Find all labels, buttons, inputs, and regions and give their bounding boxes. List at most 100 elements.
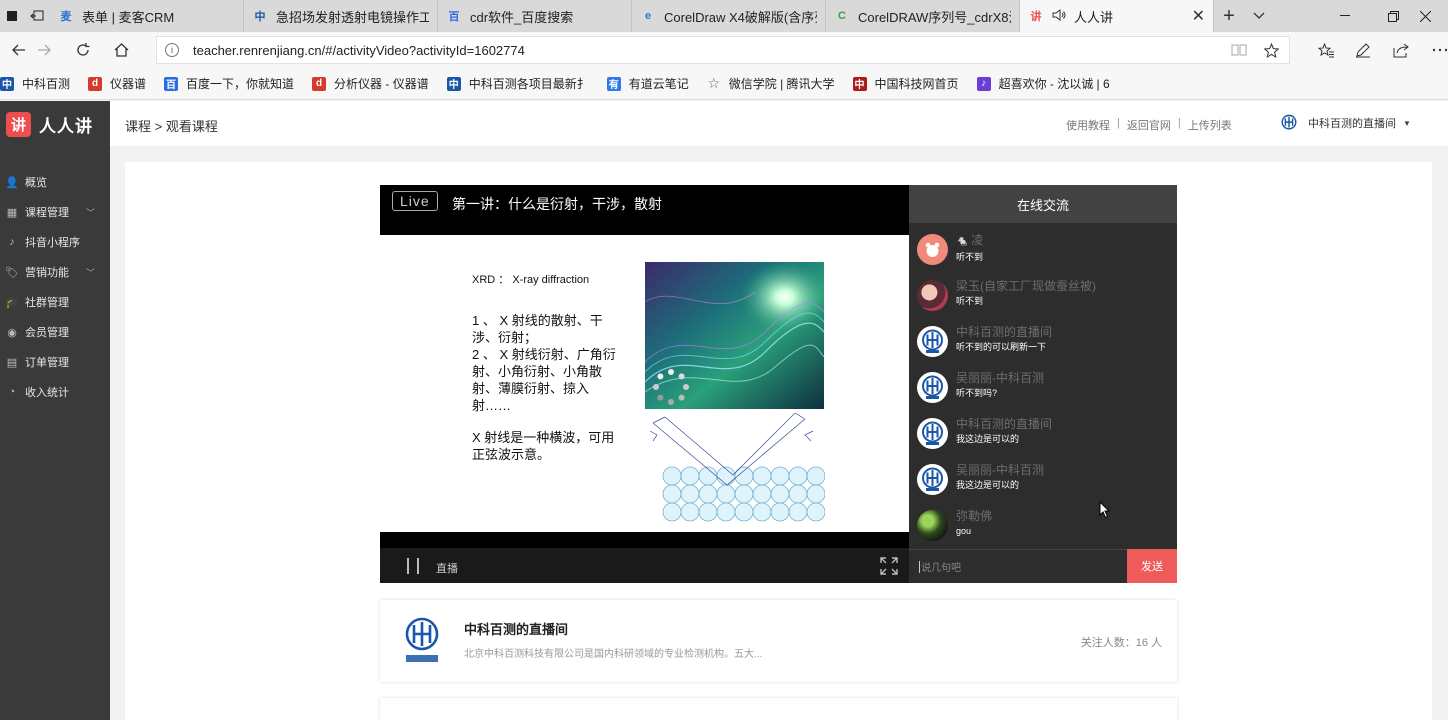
favorite-star-icon[interactable]: [1253, 32, 1289, 68]
bookmark-label: 分析仪器 - 仪器谱: [334, 77, 429, 91]
tab-title: 表单 | 麦客CRM: [82, 9, 175, 25]
sidebar-item[interactable]: 🎓 社群管理: [0, 287, 110, 317]
browser-tab[interactable]: 百 cdr软件_百度搜索: [438, 0, 632, 32]
sidebar-item[interactable]: ▦ 课程管理 ﹀: [0, 197, 110, 227]
sidebar-item[interactable]: ◉ 会员管理: [0, 317, 110, 347]
sidebar-item-label: 课程管理: [25, 207, 69, 219]
calendar-icon: ▤: [6, 356, 18, 369]
zhongke-icon: 中: [254, 11, 266, 23]
tab-title: cdr软件_百度搜索: [470, 9, 574, 25]
minimize-button[interactable]: [1322, 0, 1368, 32]
tab-title: 人人讲: [1074, 9, 1114, 25]
tab-preview-icon[interactable]: [24, 0, 50, 32]
chat-message: 弥勒佛 gou: [917, 507, 992, 547]
bookmark-item[interactable]: d 分析仪器 - 仪器谱: [312, 75, 429, 92]
slide-frame: XRD ： X-ray diffraction 1 、 X 射线的散射、干涉、衍…: [380, 235, 909, 532]
video-player[interactable]: Live 第一讲：什么是衍射，干涉，散射 XRD ： X-ray diffrac…: [380, 185, 909, 583]
sidebar-item[interactable]: ◔ 收入统计: [0, 377, 110, 407]
divider: |: [1177, 117, 1181, 129]
new-tab-button[interactable]: +: [1214, 0, 1244, 32]
sidebar-item[interactable]: ♪ 抖音小程序: [0, 227, 110, 257]
bookmark-item[interactable]: 中中科百测: [0, 75, 70, 92]
chat-text: 听不到: [956, 296, 984, 306]
logo-mark: 讲: [6, 111, 31, 137]
more-icon[interactable]: [1422, 32, 1448, 68]
tutorial-link[interactable]: 使用教程: [1066, 117, 1110, 133]
chat-username-text: 吴丽丽-中科百测: [956, 463, 1044, 477]
app-header: 课程 > 观看课程 使用教程 | 返回官网 | 上传列表 中科百测的直播间 ▼: [110, 101, 1448, 147]
room-name: 中科百测的直播间: [464, 622, 569, 637]
sidebar-item[interactable]: 👤 概览: [0, 167, 110, 197]
fullscreen-icon[interactable]: [880, 557, 898, 575]
official-site-link[interactable]: 返回官网: [1127, 117, 1171, 133]
room-dropdown[interactable]: 中科百测的直播间 ▼: [1280, 114, 1411, 132]
edge-icon: e: [644, 10, 652, 22]
browser-tab[interactable]: C CorelDRAW序列号_cdrX8注: [826, 0, 1020, 32]
browser-tab[interactable]: 麦表单 | 麦客CRM: [50, 0, 244, 32]
chat-username-text: 凌: [971, 233, 984, 247]
bookmark-item[interactable]: 有有道云笔记: [606, 75, 689, 92]
chat-message-list[interactable]: 🐁 凌听不到 梁玉(自家工厂现做蚕丝被) 听不到 中科百测的直播间 听不到的可以刷新一下…: [909, 223, 1177, 549]
tab-title: CorelDraw X4破解版(含序列: [664, 9, 817, 25]
bookmark-item[interactable]: 百百度一下，你就知道: [164, 75, 294, 92]
logo-text: 人人讲: [39, 116, 93, 136]
chevron-down-icon: ﹀: [85, 207, 95, 218]
pen-notes-icon[interactable]: [1345, 32, 1381, 68]
course-card[interactable]: [380, 698, 1177, 720]
sidebar-item-label: 会员管理: [25, 327, 69, 339]
browser-tab[interactable]: e CorelDraw X4破解版(含序列: [632, 0, 826, 32]
video-title: 第一讲：什么是衍射，干涉，散射: [452, 196, 662, 212]
sidebar: 讲 人人讲 👤 概览 ▦ 课程管理 ﹀ ♪ 抖音小程序 🏷 营销功能 ﹀ 🎓 社群管理 ◉ 会员管理 ▤ 订单…: [0, 101, 110, 720]
chat-input[interactable]: 说几句吧: [909, 549, 1127, 583]
chat-text: 听不到吗?: [956, 388, 998, 398]
site-info-icon[interactable]: i: [165, 43, 179, 57]
bookmark-icon: 中: [852, 76, 867, 91]
sidebar-item-label: 订单管理: [25, 357, 69, 369]
maike-icon: 麦: [60, 11, 72, 23]
upload-list-link[interactable]: 上传列表: [1188, 117, 1232, 133]
tag-icon: 🏷: [5, 266, 19, 279]
bookmark-item[interactable]: ♪ 超喜欢你 - 沈以诚 | 6: [976, 75, 1110, 92]
room-card[interactable]: 中科百测的直播间 北京中科百测科技有限公司是国内科研领域的专业检测机构。五大..…: [380, 600, 1177, 682]
bookmark-icon: 中: [0, 76, 14, 91]
bookmark-icon: ☆: [707, 75, 721, 91]
window-menu-icon[interactable]: [0, 0, 24, 32]
browser-tab[interactable]: 讲 人人讲 ✕: [1020, 0, 1214, 32]
bookmark-label: 百度一下，你就知道: [186, 77, 295, 91]
text-caret: [919, 560, 920, 573]
close-tab-icon[interactable]: ✕: [1192, 6, 1205, 26]
forward-arrow-icon[interactable]: [25, 32, 63, 68]
tab-list-chevron-icon[interactable]: [1244, 0, 1274, 32]
chat-username-text: 中科百测的直播间: [956, 417, 1053, 431]
renrenjiang-icon: 讲: [1030, 11, 1042, 23]
url-field[interactable]: i teacher.renrenjiang.cn/#/activityVideo…: [156, 36, 1290, 64]
home-icon[interactable]: [102, 32, 140, 68]
refresh-icon[interactable]: [64, 32, 102, 68]
url-text: teacher.renrenjiang.cn/#/activityVideo?a…: [193, 42, 525, 58]
avatar: [917, 280, 948, 311]
pause-icon[interactable]: [407, 558, 419, 574]
close-window-button[interactable]: [1402, 0, 1448, 32]
divider: |: [1117, 117, 1120, 129]
reading-view-icon[interactable]: [1221, 32, 1257, 68]
chat-text: 听不到: [956, 252, 984, 262]
app-logo[interactable]: 讲 人人讲: [0, 101, 110, 147]
speaker-icon[interactable]: [1052, 8, 1066, 24]
sidebar-item-label: 社群管理: [25, 297, 69, 309]
chat-username-text: 吴丽丽-中科百测: [956, 371, 1044, 385]
favorites-hub-icon[interactable]: [1308, 32, 1344, 68]
sidebar-item[interactable]: ▤ 订单管理: [0, 347, 110, 377]
bookmark-icon: ♪: [976, 76, 991, 91]
bookmark-icon: 中: [446, 76, 461, 91]
bookmark-item[interactable]: ☆ 微信学院 | 腾讯大学: [707, 75, 834, 92]
sidebar-menu: 👤 概览 ▦ 课程管理 ﹀ ♪ 抖音小程序 🏷 营销功能 ﹀ 🎓 社群管理 ◉ 会员管理 ▤ 订单管理 ◔ 收入统…: [0, 167, 110, 407]
bookmark-item[interactable]: 中中国科技网首页: [852, 75, 959, 92]
chat-title: 在线交流: [909, 185, 1177, 223]
share-icon[interactable]: [1383, 32, 1419, 68]
browser-tab[interactable]: 中急招场发射透射电镜操作工: [244, 0, 438, 32]
avatar: [917, 234, 948, 265]
sidebar-item[interactable]: 🏷 营销功能 ﹀: [0, 257, 110, 287]
send-button[interactable]: 发送: [1127, 549, 1177, 583]
bookmark-item[interactable]: d 仪器谱: [88, 75, 146, 92]
bookmark-item[interactable]: 中中科百测各项目最新扌: [446, 75, 589, 92]
